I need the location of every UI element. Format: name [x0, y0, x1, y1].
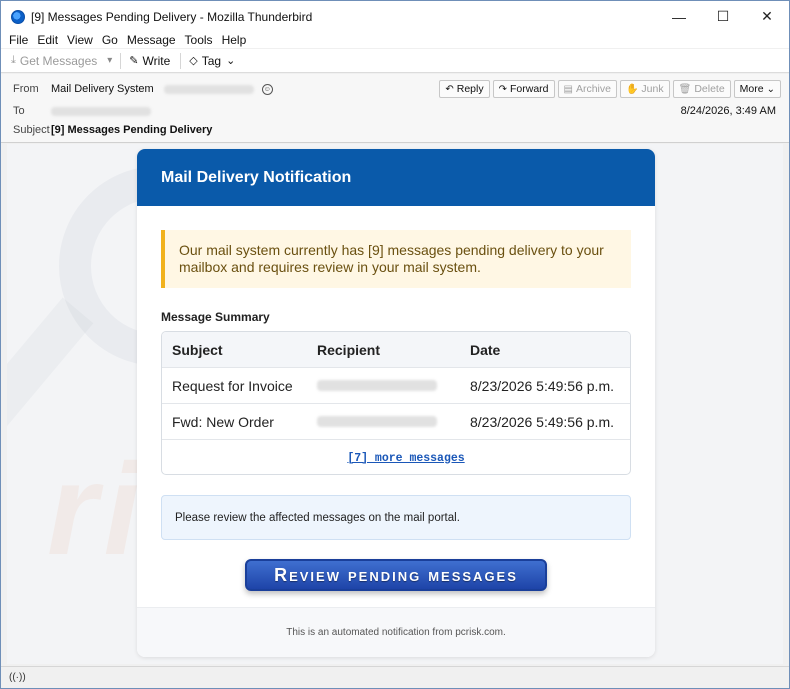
- email-header-banner: Mail Delivery Notification: [137, 149, 655, 206]
- menu-view[interactable]: View: [67, 33, 93, 47]
- subject-row: Subject [9] Messages Pending Delivery: [13, 124, 212, 136]
- review-messages-label: Review pending messages: [274, 564, 518, 585]
- minimize-button[interactable]: —: [657, 1, 701, 32]
- from-row: From Mail Delivery System ☺: [13, 83, 273, 95]
- chevron-down-icon: ⌄: [766, 83, 775, 95]
- download-icon: ⤓: [11, 54, 16, 66]
- tag-label: Tag: [201, 53, 222, 68]
- get-messages-button[interactable]: ⤓ Get Messages: [11, 54, 97, 68]
- reply-icon: ↶: [445, 83, 454, 95]
- table-header-row: Subject Recipient Date: [162, 332, 630, 368]
- title-bar: [9] Messages Pending Delivery - Mozilla …: [1, 1, 789, 32]
- row-recipient-redacted: [317, 380, 437, 391]
- archive-icon: ▤: [563, 83, 573, 95]
- more-messages-link[interactable]: [7] more messages: [347, 452, 464, 465]
- message-summary-table: Subject Recipient Date Request for Invoi…: [161, 331, 631, 475]
- row-recipient-redacted: [317, 416, 437, 427]
- info-text: Please review the affected messages on t…: [175, 511, 460, 524]
- row-subject: Fwd: New Order: [172, 413, 274, 430]
- summary-heading: Message Summary: [161, 310, 270, 324]
- message-actions: ↶ Reply ↷ Forward ▤ Archive ✋ Junk 🗑 Del…: [436, 80, 781, 98]
- get-messages-dropdown-icon[interactable]: ▾: [107, 55, 112, 66]
- from-label: From: [13, 83, 39, 95]
- email-footer: This is an automated notification from p…: [137, 607, 655, 657]
- to-row: To: [13, 105, 151, 117]
- table-row: Fwd: New Order 8/23/2026 5:49:56 p.m.: [162, 404, 630, 440]
- from-address-redacted: [163, 84, 254, 94]
- write-button[interactable]: ✎ Write: [129, 54, 170, 68]
- menu-help[interactable]: Help: [222, 33, 247, 47]
- reply-label: Reply: [456, 83, 484, 95]
- subject-value: [9] Messages Pending Delivery: [51, 124, 213, 136]
- menu-tools[interactable]: Tools: [185, 33, 213, 47]
- more-messages-row: [7] more messages: [162, 440, 630, 474]
- tag-icon: ◇: [189, 55, 198, 67]
- info-box: Please review the affected messages on t…: [161, 495, 631, 540]
- tag-button[interactable]: ◇ Tag ⌄: [189, 54, 235, 68]
- window-title: [9] Messages Pending Delivery - Mozilla …: [31, 9, 313, 24]
- email-card: Mail Delivery Notification Our mail syst…: [137, 149, 655, 657]
- watermark-magnifier-handle: [7, 297, 94, 431]
- reply-button[interactable]: ↶ Reply: [439, 80, 490, 98]
- junk-button[interactable]: ✋ Junk: [619, 80, 670, 98]
- thunderbird-logo-icon: [11, 9, 25, 24]
- from-name[interactable]: Mail Delivery System: [51, 83, 154, 95]
- archive-button[interactable]: ▤ Archive: [557, 80, 617, 98]
- table-row: Request for Invoice 8/23/2026 5:49:56 p.…: [162, 368, 630, 404]
- message-body: risk.com Mail Delivery Notification Our …: [7, 144, 783, 664]
- junk-label: Junk: [641, 83, 664, 95]
- column-header-date: Date: [470, 341, 501, 358]
- more-label: More: [739, 83, 764, 95]
- menu-file[interactable]: File: [9, 33, 28, 47]
- delete-button[interactable]: 🗑 Delete: [672, 80, 731, 98]
- message-date: 8/24/2026, 3:49 AM: [680, 105, 776, 117]
- review-messages-button[interactable]: Review pending messages: [245, 559, 547, 591]
- menu-message[interactable]: Message: [127, 33, 176, 47]
- more-button[interactable]: More ⌄: [733, 80, 781, 98]
- trash-icon: 🗑: [678, 83, 692, 95]
- forward-icon: ↷: [498, 83, 507, 95]
- footer-text: This is an automated notification from p…: [286, 627, 506, 638]
- pencil-icon: ✎: [129, 55, 139, 67]
- chevron-down-icon: ⌄: [226, 55, 236, 67]
- alert-text: Our mail system currently has [9] messag…: [179, 242, 604, 275]
- thunderbird-window: [9] Messages Pending Delivery - Mozilla …: [0, 0, 790, 689]
- row-date: 8/23/2026 5:49:56 p.m.: [470, 413, 614, 430]
- junk-icon: ✋: [625, 83, 639, 95]
- to-label: To: [13, 105, 25, 117]
- main-toolbar: ⤓ Get Messages ▾ ✎ Write ◇ Tag ⌄: [1, 49, 789, 73]
- toolbar-separator: [120, 52, 122, 69]
- row-date: 8/23/2026 5:49:56 p.m.: [470, 377, 614, 394]
- alert-box: Our mail system currently has [9] messag…: [161, 230, 631, 288]
- message-header-pane: From Mail Delivery System ☺ To Subject […: [1, 74, 789, 143]
- email-heading: Mail Delivery Notification: [161, 168, 352, 186]
- menu-go[interactable]: Go: [102, 33, 118, 47]
- archive-label: Archive: [575, 83, 611, 95]
- close-button[interactable]: ✕: [745, 1, 789, 32]
- maximize-button[interactable]: ☐: [701, 1, 745, 32]
- contact-icon[interactable]: ☺: [261, 83, 273, 95]
- status-bar: ((·)): [1, 666, 789, 688]
- menu-edit[interactable]: Edit: [37, 33, 58, 47]
- delete-label: Delete: [694, 83, 725, 95]
- activity-icon[interactable]: ((·)): [9, 672, 26, 683]
- column-header-recipient: Recipient: [317, 341, 381, 358]
- window-controls: — ☐ ✕: [657, 1, 789, 32]
- forward-button[interactable]: ↷ Forward: [492, 80, 555, 98]
- subject-label: Subject: [13, 124, 50, 136]
- toolbar-separator: [180, 52, 182, 69]
- to-address-redacted: [51, 106, 151, 116]
- row-subject: Request for Invoice: [172, 377, 293, 394]
- forward-label: Forward: [509, 83, 549, 95]
- get-messages-label: Get Messages: [19, 53, 98, 68]
- column-header-subject: Subject: [172, 341, 223, 358]
- write-label: Write: [142, 53, 171, 68]
- menu-bar: File Edit View Go Message Tools Help: [1, 32, 789, 48]
